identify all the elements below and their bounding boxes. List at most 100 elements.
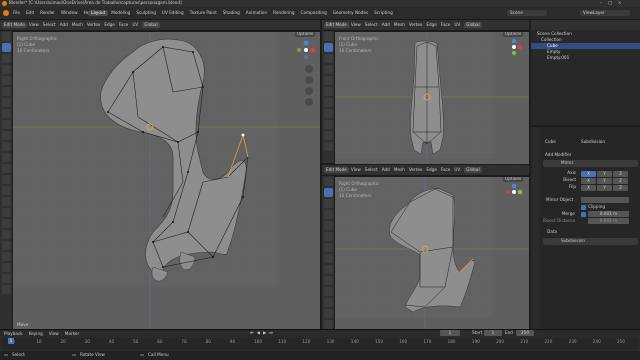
viewport_main-menu-uv[interactable]: UV [132,22,138,28]
data-panel-header[interactable]: Data [547,229,557,235]
tool-button[interactable] [323,309,333,318]
viewport_right-menu-uv[interactable]: UV [454,167,460,173]
tool-button[interactable] [323,210,333,219]
workspace-tab-geometry-nodes[interactable]: Geometry Nodes [330,10,371,16]
timeline-menu-playback[interactable]: Playback [4,331,23,337]
viewport_front-menu-mesh[interactable]: Mesh [394,22,405,28]
tool-button[interactable] [1,208,11,217]
tool-button[interactable] [1,32,11,41]
tool-button[interactable] [323,120,333,129]
view-layer-selector[interactable]: ViewLayer [580,10,630,16]
viewport_right-menu-face[interactable]: Face [441,167,450,173]
outliner-item-empty-001[interactable]: Empty.001 [547,55,569,61]
workspace-tab-animation[interactable]: Animation [243,10,270,16]
clipping-checkbox[interactable] [581,205,586,210]
navigation-gizmo[interactable] [296,40,316,64]
axis-toggle-z[interactable]: Z [613,171,628,177]
tool-button[interactable] [323,131,333,140]
axis-toggle-x[interactable]: X [581,178,596,184]
viewport_right-menu-select[interactable]: Select [365,167,378,173]
workspace-tab-compositing[interactable]: Compositing [298,10,330,16]
axis-toggle-y[interactable]: Y [597,185,612,191]
menu-edit[interactable]: Edit [26,10,34,16]
viewport_main-menu-face[interactable]: Face [119,22,128,28]
tool-button[interactable] [1,241,11,250]
tool-button[interactable] [323,221,333,230]
tool-button[interactable] [1,98,11,107]
menu-window[interactable]: Window [61,10,78,16]
timeline-menu-view[interactable]: View [49,331,59,337]
tool-button[interactable] [1,197,11,206]
viewport_front-menu-select[interactable]: Select [365,22,378,28]
axis-toggle-y[interactable]: Y [597,178,612,184]
tool-button[interactable] [1,153,11,162]
front-viewport[interactable]: Front Orthographic (1) Cube 10 Centimete… [334,31,530,165]
workspace-tab-layout[interactable]: Layout [88,10,109,16]
tool-button[interactable] [323,142,333,151]
tool-button[interactable] [323,54,333,63]
tool-button[interactable] [1,142,11,151]
window-controls[interactable]: –□× [600,0,628,6]
tool-button[interactable] [323,276,333,285]
tool-button[interactable] [323,232,333,241]
viewport_main-menu-view[interactable]: View [29,22,39,28]
tool-button[interactable] [1,252,11,261]
current-frame-field[interactable]: 1 [440,330,460,336]
viewport_right-mode-select[interactable]: Edit Mode [324,167,349,173]
axis-toggle-z[interactable]: Z [613,185,628,191]
viewport_right-transform-orientation[interactable]: Global [464,167,482,173]
mirror-modifier-header[interactable]: Mirror [543,160,638,167]
viewport_main-menu-mesh[interactable]: Mesh [72,22,83,28]
axis-toggle-x[interactable]: X [581,171,596,177]
menu-file[interactable]: File [13,10,20,16]
viewport_main-transform-orientation[interactable]: Global [142,22,160,28]
main-mesh-view[interactable] [13,32,320,330]
workspace-tab-shading[interactable]: Shading [220,10,243,16]
subdivision-modifier-header[interactable]: Subdivision [543,238,638,245]
blender-menu-icon[interactable] [3,10,9,16]
tool-button[interactable] [1,120,11,129]
perspective-icon[interactable] [305,98,313,106]
tool-button[interactable] [323,265,333,274]
front-mesh-view[interactable] [335,32,529,164]
viewport_main-menu-vertex[interactable]: Vertex [87,22,100,28]
workspace-tab-rendering[interactable]: Rendering [270,10,297,16]
viewport_front-transform-orientation[interactable]: Global [464,22,482,28]
properties-tabs[interactable] [531,127,539,329]
viewport_main-menu-select[interactable]: Select [43,22,56,28]
tool-button[interactable] [1,263,11,272]
playback-controls[interactable]: ⏮◀▶⏭ [250,330,276,336]
tool-button[interactable] [323,65,333,74]
timeline-menu-keying[interactable]: Keying [29,331,43,337]
tool-button[interactable] [323,320,333,329]
front-navigation-gizmo[interactable] [505,38,523,60]
workspace-tab-scripting[interactable]: Scripting [371,10,396,16]
main-viewport[interactable]: Right Orthographic (1) Cube 10 Centimete… [12,31,321,331]
playhead[interactable]: 1 [8,338,14,344]
tool-button[interactable] [323,76,333,85]
menu-render[interactable]: Render [40,10,55,16]
tool-button[interactable] [323,98,333,107]
tool-button[interactable] [1,219,11,228]
last-operator-panel[interactable]: Move [17,322,28,328]
zoom-icon[interactable] [305,65,313,73]
start-frame-field[interactable]: 1 [484,330,502,336]
viewport_right-menu-mesh[interactable]: Mesh [394,167,405,173]
tool-button[interactable] [1,175,11,184]
tool-button[interactable] [323,287,333,296]
tool-button[interactable] [323,298,333,307]
tool-button[interactable] [323,188,333,197]
right-navigation-gizmo[interactable] [505,183,523,205]
camera-icon[interactable] [305,87,313,95]
tool-button[interactable] [1,65,11,74]
add-modifier-button[interactable]: Add Modifier [545,152,571,158]
right-viewport[interactable]: Right Orthographic (1) Cube 10 Centimete… [334,176,530,331]
viewport_main-mode-select[interactable]: Edit Mode [2,22,27,28]
pan-icon[interactable] [305,76,313,84]
tool-button[interactable] [323,87,333,96]
scene-selector[interactable]: Scene [507,10,547,16]
tool-button[interactable] [1,131,11,140]
tool-button[interactable] [1,164,11,173]
tool-button[interactable] [323,43,333,52]
timeline-menu-marker[interactable]: Marker [65,331,79,337]
